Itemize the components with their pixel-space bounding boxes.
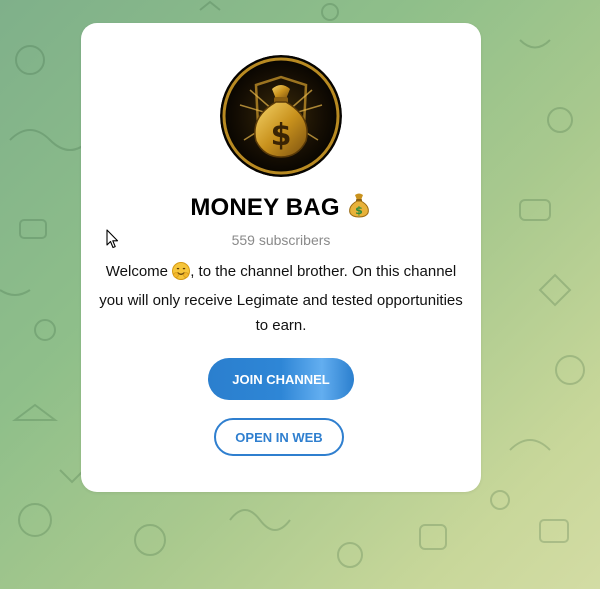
money-bag-icon: $ [346, 192, 372, 225]
channel-avatar: $ [220, 55, 342, 177]
svg-text:$: $ [271, 118, 292, 153]
hugging-face-icon [172, 262, 191, 288]
subscriber-count: 559 subscribers [231, 232, 331, 248]
join-channel-button[interactable]: JOIN CHANNEL [208, 358, 354, 400]
description-text-start: Welcome [105, 263, 173, 280]
svg-text:$: $ [355, 204, 363, 217]
money-bag-avatar-icon: $ [220, 55, 342, 177]
open-in-web-button[interactable]: OPEN IN WEB [214, 418, 344, 456]
channel-title-text: MONEY BAG [190, 194, 340, 221]
channel-preview-card: $ MONEY BAG $ 559 subscribers Welcome , t… [81, 23, 481, 492]
channel-title: MONEY BAG $ [81, 192, 481, 225]
channel-description: Welcome , to the channel brother. On thi… [99, 259, 463, 338]
